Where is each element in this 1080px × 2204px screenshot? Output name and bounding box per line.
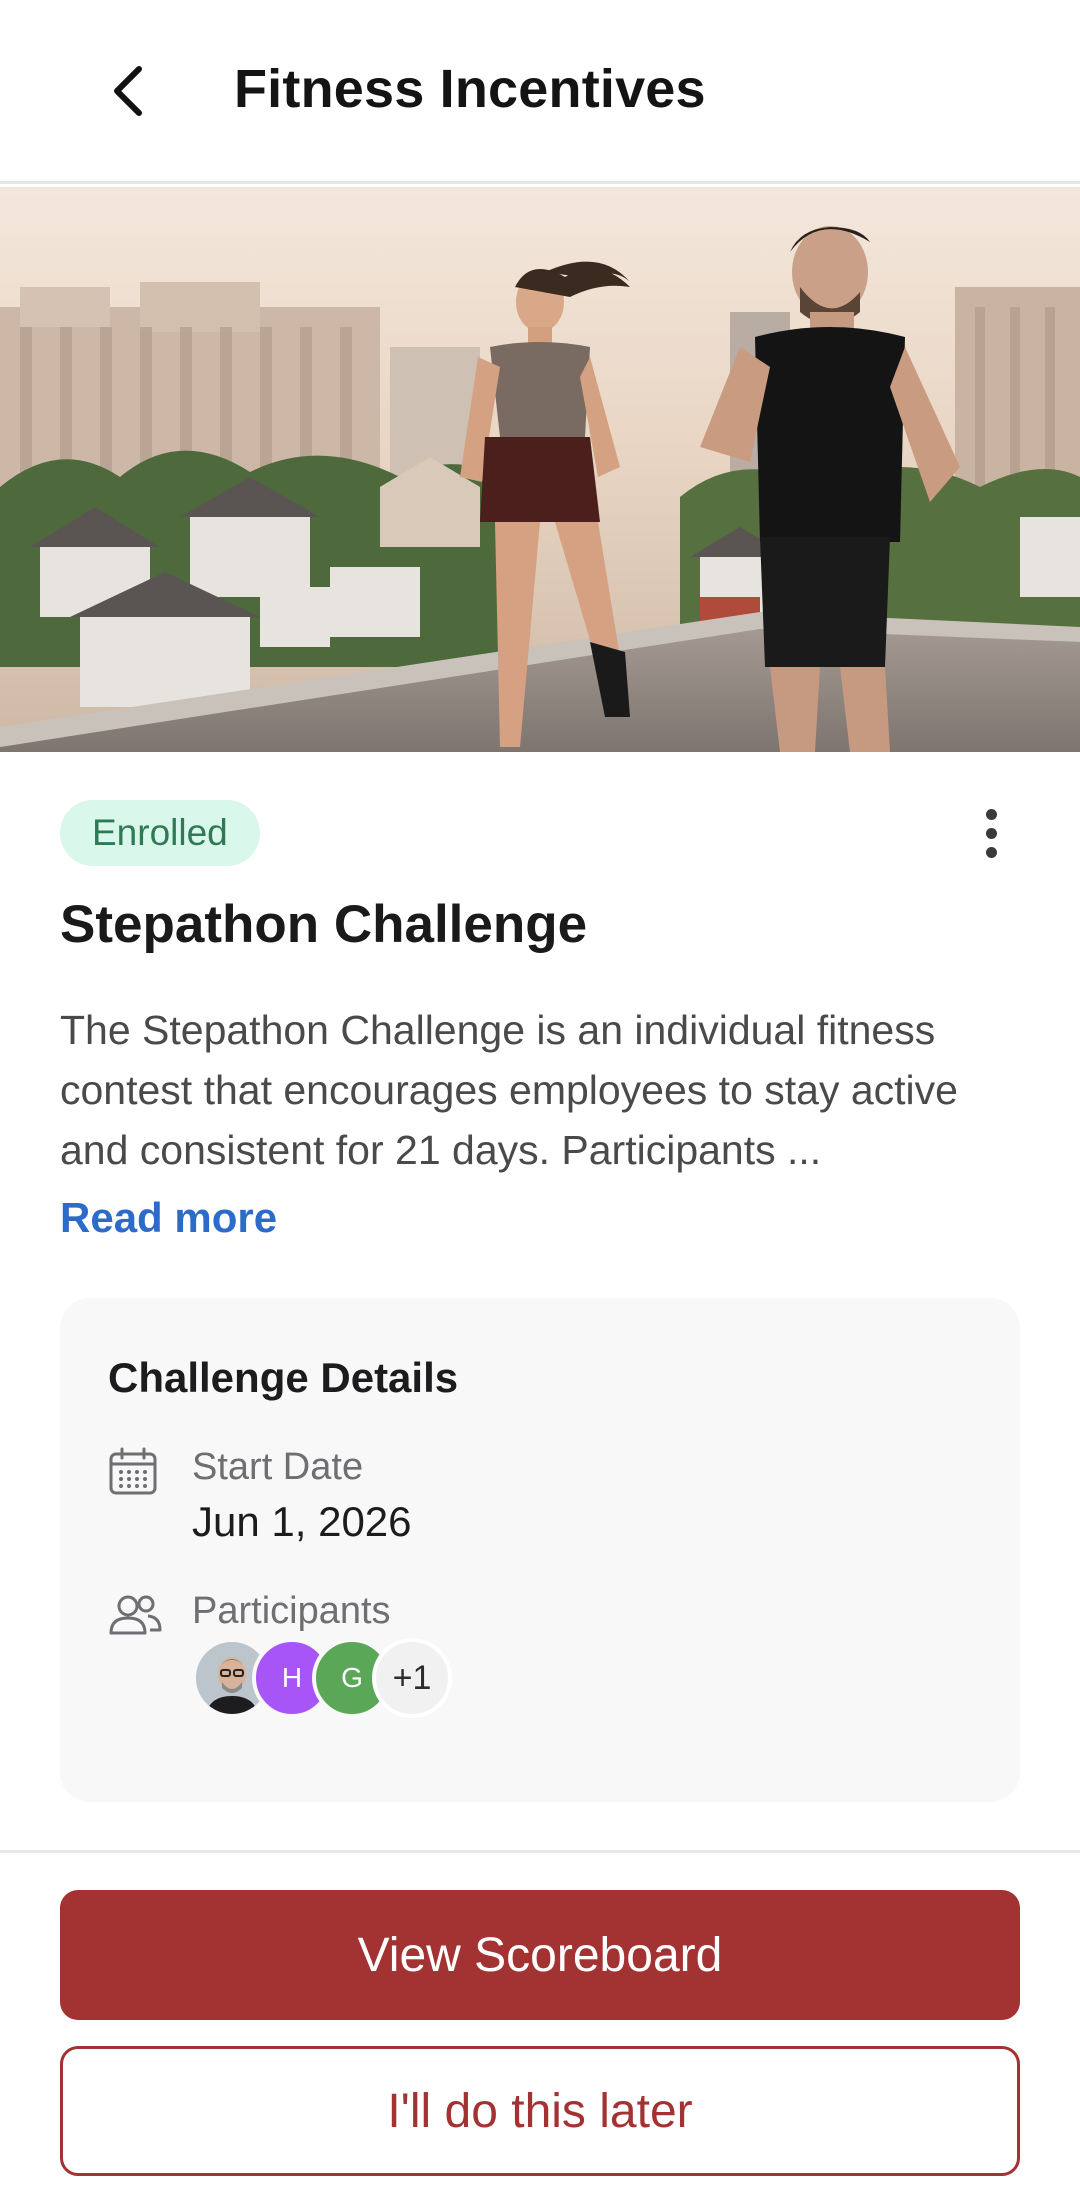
challenge-title: Stepathon Challenge (60, 895, 588, 954)
start-date-value: Jun 1, 2026 (192, 1498, 412, 1545)
chevron-left-icon (114, 66, 142, 116)
calendar-icon (109, 1447, 157, 1495)
view-scoreboard-button[interactable]: View Scoreboard (60, 1890, 1020, 2020)
back-button[interactable] (92, 56, 162, 126)
do-later-button[interactable]: I'll do this later (60, 2046, 1020, 2176)
app-header: Fitness Incentives (0, 0, 1080, 184)
hero-image (0, 187, 1080, 752)
footer-divider (0, 1850, 1080, 1853)
participants-icon (109, 1595, 162, 1635)
participants-label: Participants (192, 1590, 391, 1632)
read-more-link[interactable]: Read more (60, 1194, 277, 1242)
status-badge: Enrolled (60, 800, 260, 866)
participant-avatars[interactable]: H G +1 (192, 1638, 492, 1718)
challenge-details-card: Challenge Details Start Date Jun 1, 2026… (60, 1298, 1020, 1802)
page-title: Fitness Incentives (234, 59, 706, 119)
start-date-label: Start Date (192, 1446, 364, 1488)
details-heading: Challenge Details (108, 1354, 459, 1401)
more-options-button[interactable] (966, 800, 1016, 866)
challenge-description: The Stepathon Challenge is an individual… (60, 1007, 958, 1173)
more-participants-count: +1 (372, 1638, 452, 1718)
more-vertical-icon (985, 808, 997, 820)
